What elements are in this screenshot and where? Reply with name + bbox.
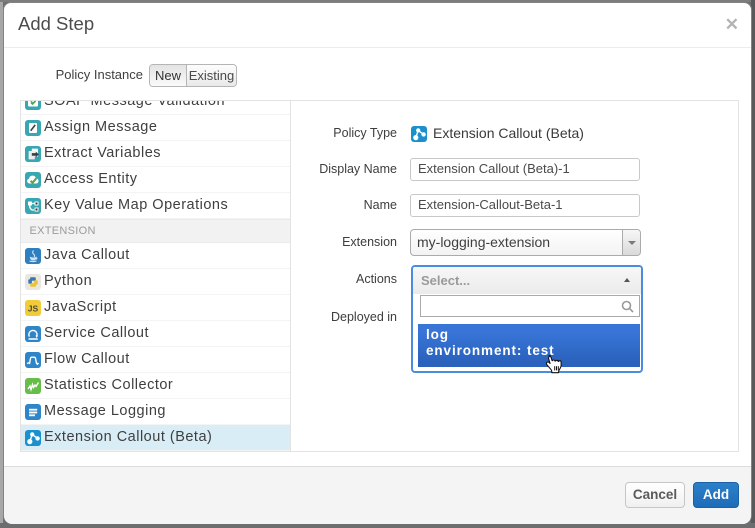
svg-text:JS: JS <box>28 304 39 314</box>
